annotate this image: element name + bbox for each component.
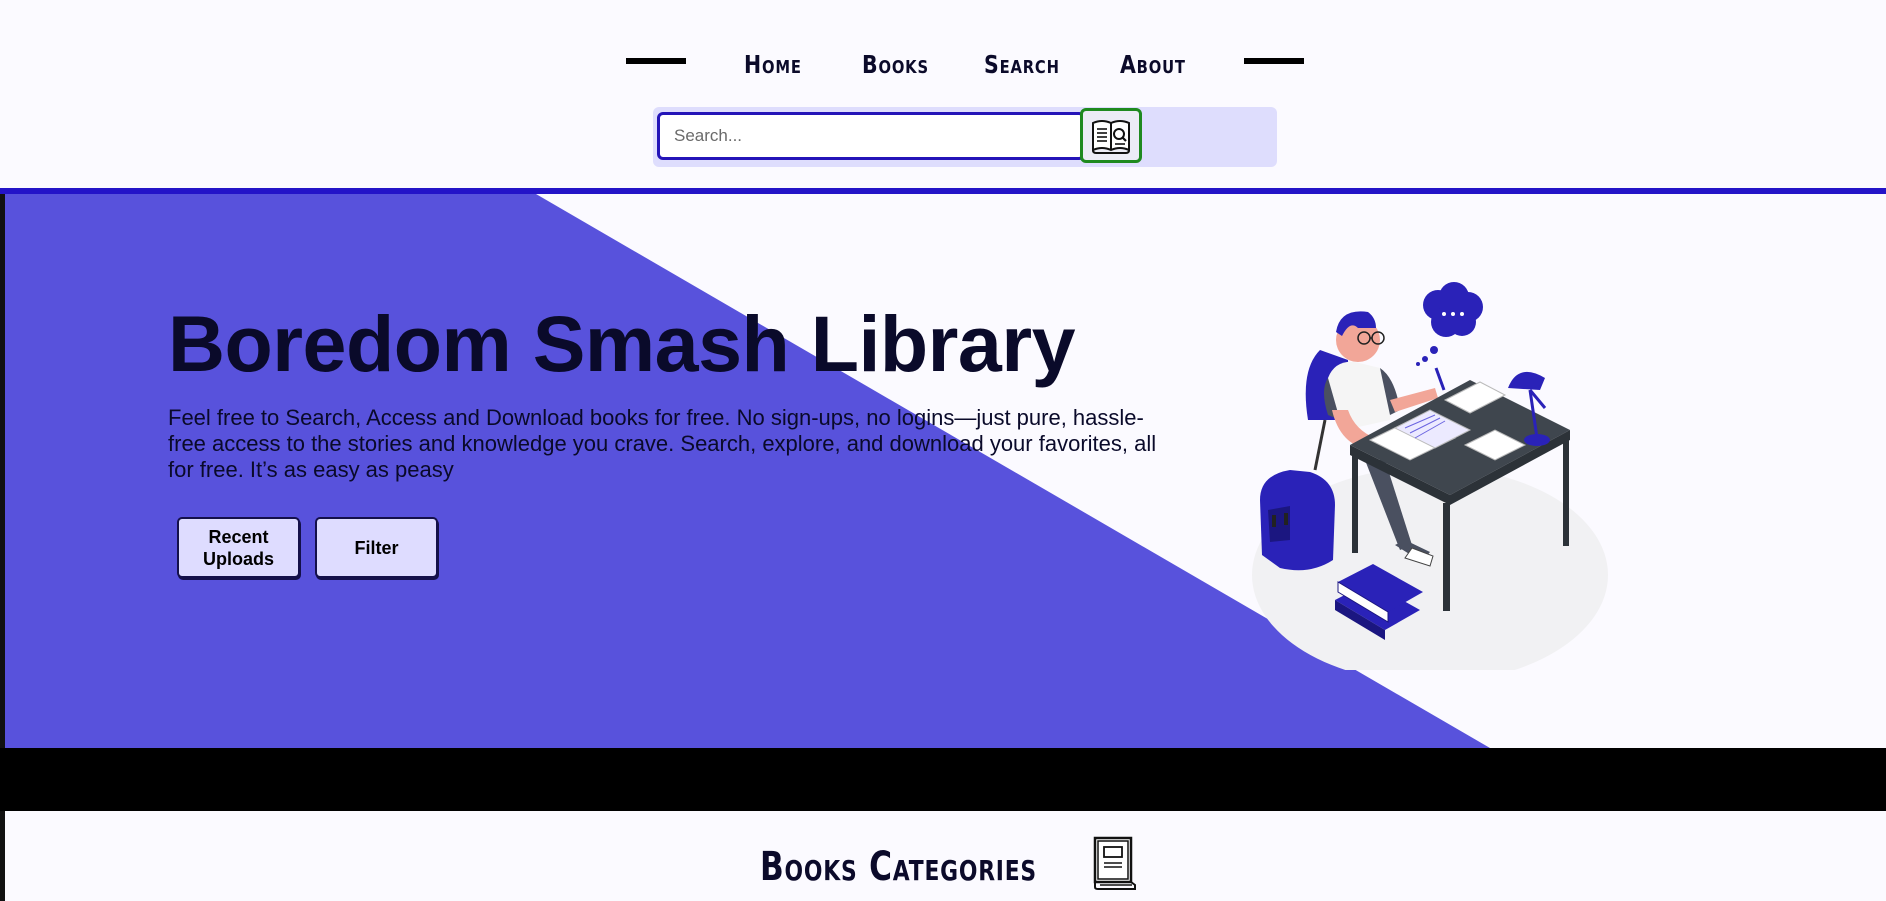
section-divider-band xyxy=(0,748,1886,811)
categories-left-border xyxy=(0,811,5,901)
recent-uploads-button[interactable]: Recent Uploads xyxy=(177,517,300,578)
open-book-search-icon xyxy=(1092,119,1130,154)
nav-link-home[interactable]: Home xyxy=(744,50,802,79)
books-categories-section: Books Categories xyxy=(0,811,1886,901)
person-studying-illustration xyxy=(1252,282,1608,670)
page-title: Boredom Smash Library xyxy=(168,299,1076,388)
nav-link-books[interactable]: Books xyxy=(862,50,929,79)
nav-link-about[interactable]: About xyxy=(1120,50,1186,79)
nav-decor-bar-left xyxy=(626,58,686,64)
filter-button[interactable]: Filter xyxy=(315,517,438,578)
nav-decor-bar-right xyxy=(1244,58,1304,64)
hero-section: Boredom Smash Library Feel free to Searc… xyxy=(0,194,1886,748)
search-bar xyxy=(653,107,1277,167)
section-title: Books Categories xyxy=(760,844,1037,890)
site-header: Home Books Search About xyxy=(0,0,1886,190)
search-button[interactable] xyxy=(1080,108,1142,163)
book-icon xyxy=(1093,836,1136,890)
search-input[interactable] xyxy=(657,112,1085,160)
hero-left-border xyxy=(0,194,5,748)
main-nav: Home Books Search About xyxy=(626,50,1306,90)
hero-description: Feel free to Search, Access and Download… xyxy=(168,405,1157,482)
nav-link-search[interactable]: Search xyxy=(984,50,1060,79)
